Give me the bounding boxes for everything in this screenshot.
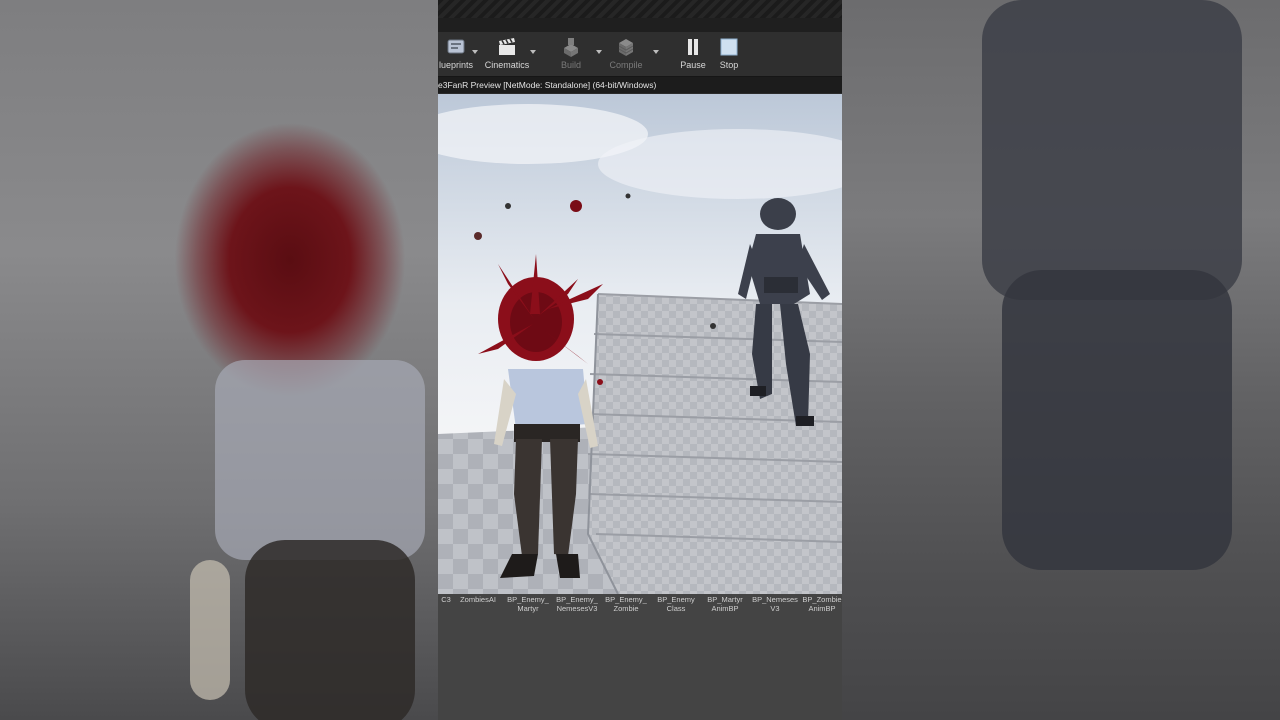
asset-tile[interactable]: BP_Martyr AnimBP <box>702 595 748 613</box>
build-label: Build <box>560 60 581 70</box>
preview-status-text: e3FanR Preview [NetMode: Standalone] (64… <box>438 80 657 90</box>
content-browser-asset-strip: C3 ZombiesAI BP_Enemy_ Martyr BP_Enemy_ … <box>438 594 842 720</box>
blurred-soldier-legs <box>1002 270 1232 570</box>
game-viewport[interactable] <box>438 94 842 594</box>
compile-icon <box>618 39 634 56</box>
asset-tile[interactable]: BP_Nemeses V3 <box>750 595 800 613</box>
stop-label: Stop <box>719 60 739 70</box>
blurred-character-arm <box>190 560 230 700</box>
compile-label: Compile <box>609 60 643 70</box>
title-bar <box>438 0 842 18</box>
blurred-character-torso <box>215 360 425 560</box>
blurred-background-left <box>0 0 438 720</box>
cinematics-button[interactable]: Cinematics <box>484 34 530 74</box>
pause-button[interactable]: Pause <box>678 34 708 74</box>
asset-tile[interactable]: BP_Enemy_ Zombie <box>604 595 648 613</box>
viewport-title-bar: e3FanR Preview [NetMode: Standalone] (64… <box>438 77 842 93</box>
asset-tile[interactable]: ZombiesAI <box>458 595 498 604</box>
blueprints-label: lueprints <box>438 60 474 70</box>
compile-button[interactable]: Compile <box>608 34 644 74</box>
asset-tile[interactable]: BP_Enemy_ NemesesV3 <box>554 595 600 613</box>
main-toolbar: lueprints Cinematics Build Compile Pause… <box>438 32 842 77</box>
build-button[interactable]: Build <box>554 34 588 74</box>
asset-tile[interactable]: BP_Zombie AnimBP <box>802 595 842 613</box>
clapperboard-icon <box>499 38 515 55</box>
chevron-down-icon[interactable] <box>653 50 659 54</box>
blueprints-icon <box>447 39 465 54</box>
blueprints-button[interactable]: lueprints <box>438 34 474 74</box>
viewport-scene <box>438 94 842 594</box>
stop-icon <box>720 38 738 56</box>
chevron-down-icon[interactable] <box>596 50 602 54</box>
chevron-down-icon[interactable] <box>530 50 536 54</box>
stop-button[interactable]: Stop <box>714 34 744 74</box>
chevron-down-icon[interactable] <box>472 50 478 54</box>
cinematics-label: Cinematics <box>484 60 530 70</box>
pause-label: Pause <box>680 60 706 70</box>
blurred-background-right <box>842 0 1280 720</box>
title-bar-strip <box>438 18 842 33</box>
asset-tile[interactable]: BP_Enemy Class <box>654 595 698 613</box>
build-icon <box>564 38 578 57</box>
unreal-editor-window: lueprints Cinematics Build Compile Pause… <box>438 0 842 720</box>
asset-tile[interactable]: C3 <box>438 595 454 604</box>
blurred-character-legs <box>245 540 415 720</box>
blurred-soldier-torso <box>982 0 1242 300</box>
asset-tile[interactable]: BP_Enemy_ Martyr <box>506 595 550 613</box>
pause-icon <box>688 39 698 55</box>
